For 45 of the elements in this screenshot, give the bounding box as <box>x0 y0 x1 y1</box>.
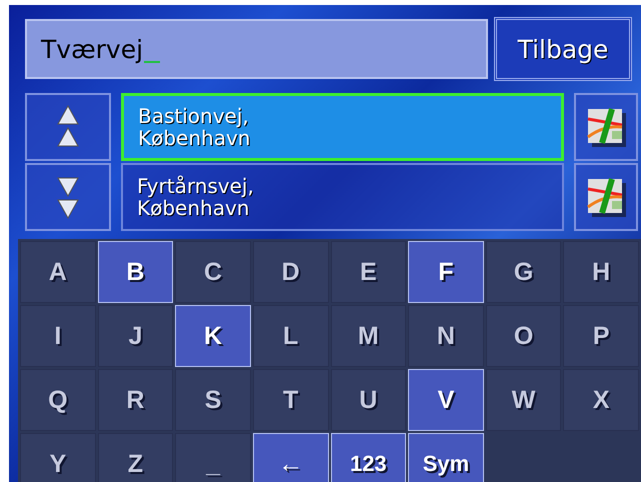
keyboard-key[interactable]: B <box>98 241 174 303</box>
search-field[interactable]: Tværvej <box>25 19 488 79</box>
scroll-down-button[interactable] <box>25 163 111 231</box>
keyboard-key[interactable]: M <box>330 305 406 367</box>
keyboard-key[interactable]: Z <box>98 433 174 482</box>
keyboard-key[interactable]: ← <box>252 433 328 482</box>
keyboard-key[interactable]: D <box>252 241 328 303</box>
keyboard-key[interactable]: U <box>330 369 406 431</box>
street-name: Fyrtårnsvej, <box>137 175 255 197</box>
street-name: Bastionvej, <box>138 105 250 127</box>
keyboard-key[interactable]: Y <box>20 433 96 482</box>
result-item[interactable]: Bastionvej, København <box>121 93 564 161</box>
keyboard-key[interactable]: E <box>330 241 406 303</box>
map-icon <box>586 177 626 217</box>
keyboard-key[interactable]: O <box>486 305 562 367</box>
keyboard-key[interactable]: K <box>175 305 251 367</box>
keyboard-key[interactable]: Q <box>20 369 96 431</box>
keyboard-key[interactable]: Sym <box>408 433 484 482</box>
keyboard-key[interactable]: C <box>175 241 251 303</box>
show-map-button[interactable] <box>574 163 638 231</box>
back-button[interactable]: Tilbage <box>494 17 632 81</box>
keyboard-key[interactable]: V <box>408 369 484 431</box>
city-name: København <box>137 197 250 219</box>
keyboard-key[interactable]: F <box>408 241 484 303</box>
keyboard-key[interactable]: H <box>563 241 639 303</box>
keyboard-key[interactable]: P <box>563 305 639 367</box>
keyboard-key[interactable]: X <box>563 369 639 431</box>
keyboard-key[interactable]: G <box>486 241 562 303</box>
keyboard-key[interactable]: N <box>408 305 484 367</box>
text-cursor <box>144 61 160 63</box>
keyboard-key[interactable]: J <box>98 305 174 367</box>
keyboard-key[interactable]: I <box>20 305 96 367</box>
keyboard-key[interactable]: _ <box>175 433 251 482</box>
keyboard-key[interactable]: S <box>175 369 251 431</box>
show-map-button[interactable] <box>574 93 638 161</box>
city-name: København <box>138 127 252 149</box>
scroll-up-button[interactable] <box>25 93 111 161</box>
map-icon <box>586 107 626 147</box>
keyboard-key[interactable]: W <box>486 369 562 431</box>
result-item[interactable]: Fyrtårnsvej, København <box>121 163 564 231</box>
keyboard-key[interactable]: A <box>20 241 96 303</box>
keyboard-key[interactable]: R <box>98 369 174 431</box>
keyboard-key[interactable]: 123 <box>330 433 406 482</box>
keyboard-key[interactable]: T <box>252 369 328 431</box>
keyboard-key[interactable]: L <box>252 305 328 367</box>
